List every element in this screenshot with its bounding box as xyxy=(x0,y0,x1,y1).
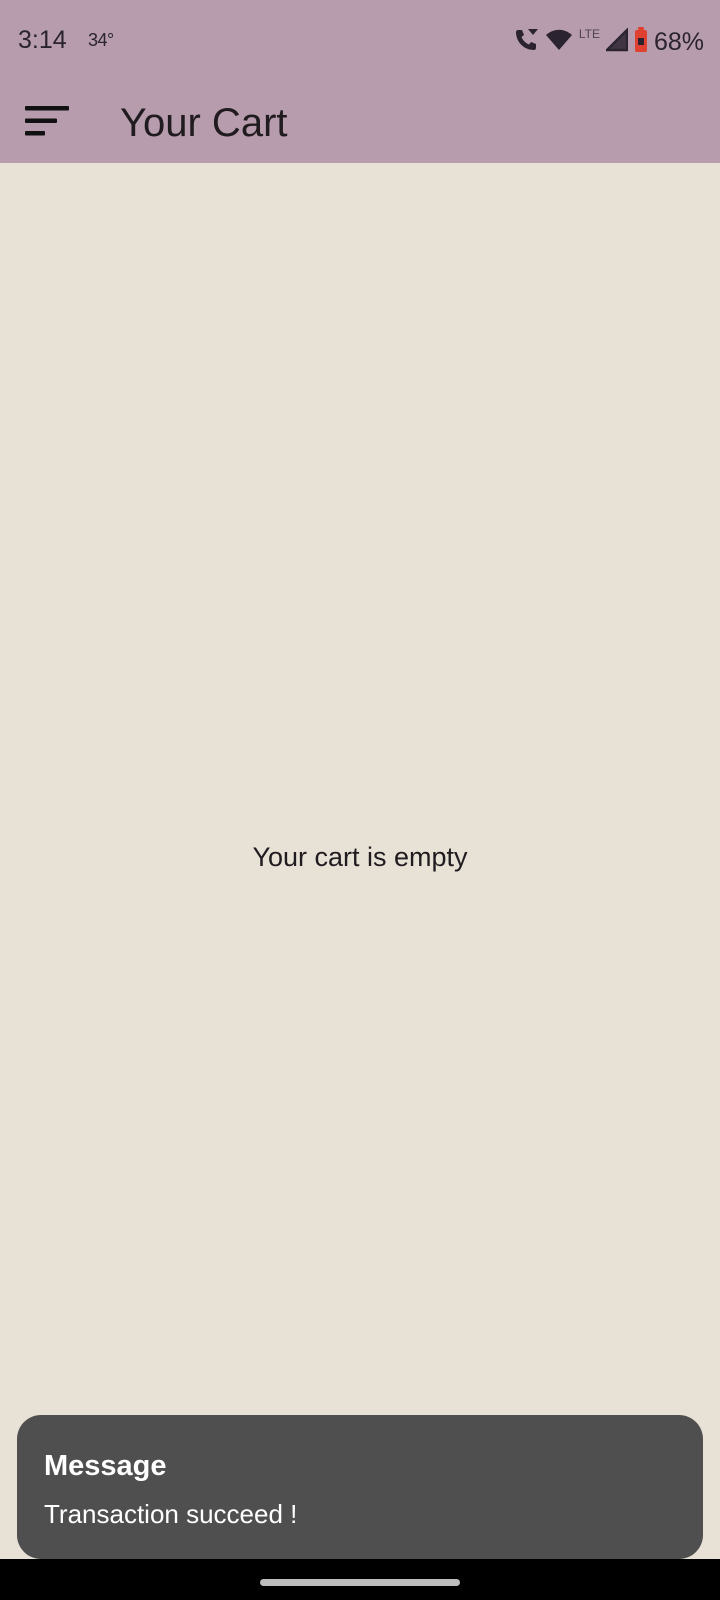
status-time: 3:14 xyxy=(18,26,67,54)
status-network-type: LTE xyxy=(578,27,600,41)
snackbar-message: Transaction succeed ! xyxy=(44,1499,298,1529)
snackbar: Message Transaction succeed ! xyxy=(17,1415,703,1559)
status-bar: 3:14 34° LTE 68% xyxy=(0,0,720,84)
battery-saver-icon xyxy=(634,26,648,58)
wifi-calling-icon xyxy=(513,27,539,58)
wifi-icon xyxy=(545,27,573,58)
snackbar-title: Message xyxy=(44,1450,167,1482)
menu-button[interactable] xyxy=(20,96,74,150)
status-icons: LTE 68% xyxy=(513,24,704,60)
system-navigation-bar xyxy=(0,1559,720,1600)
status-temperature: 34° xyxy=(88,30,114,50)
empty-cart-message: Your cart is empty xyxy=(252,842,468,872)
page-title: Your Cart xyxy=(120,101,288,145)
app-bar: Your Cart xyxy=(0,84,720,163)
battery-percentage: 68% xyxy=(653,27,704,56)
sort-menu-icon xyxy=(24,105,70,142)
home-gesture-handle[interactable] xyxy=(260,1579,460,1586)
cell-signal-icon xyxy=(604,26,629,57)
